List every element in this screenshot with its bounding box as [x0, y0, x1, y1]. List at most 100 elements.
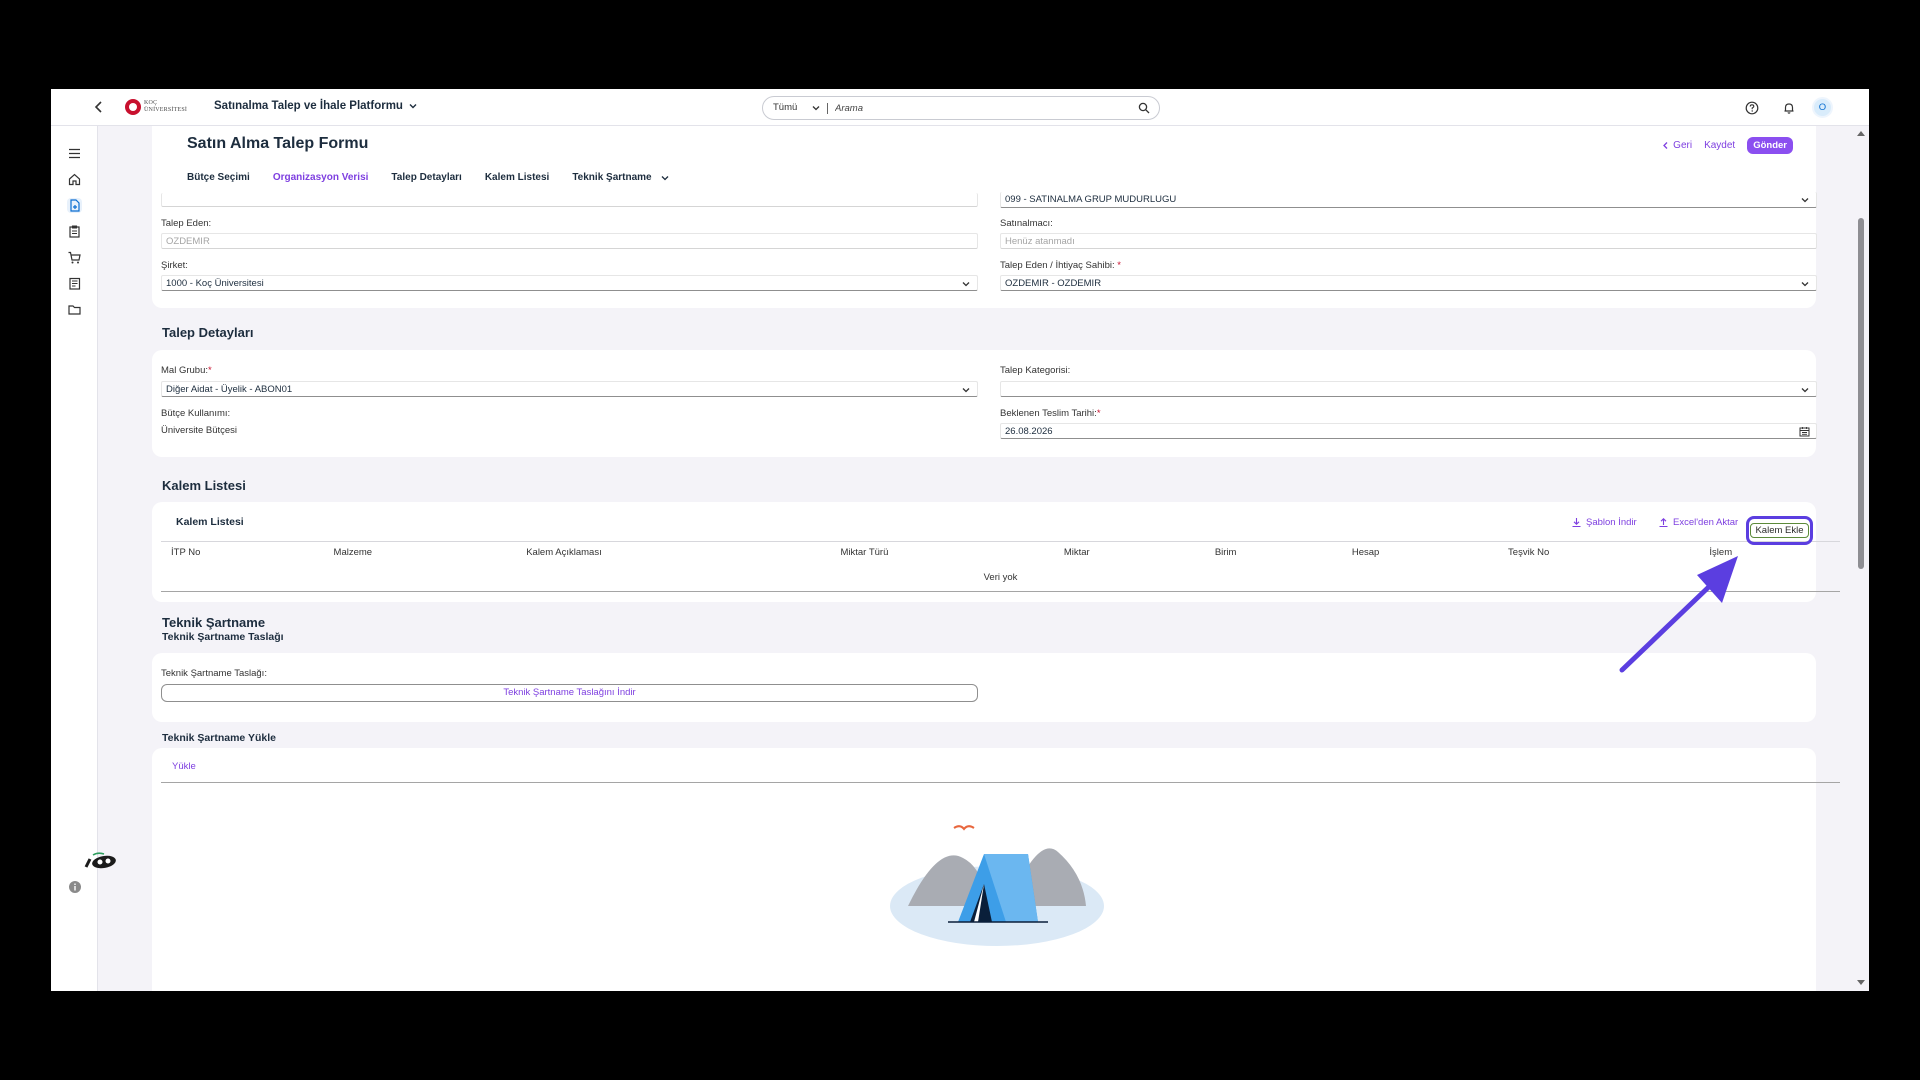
koc-logo[interactable]: KOÇ ÜNİVERSİTESİ: [125, 97, 197, 117]
item-table: İTP No Malzeme Kalem Açıklaması Miktar T…: [161, 541, 1840, 592]
column-header[interactable]: İTP No: [161, 541, 324, 563]
chevron-left-icon[interactable]: [91, 99, 107, 115]
field-value: OZDEMIR - OZDEMIR: [1005, 278, 1102, 289]
tab-organization-data[interactable]: Organizasyon Verisi: [272, 166, 369, 196]
back-button-label: Geri: [1673, 140, 1693, 151]
chevron-down-icon[interactable]: [810, 102, 822, 114]
tab-label: Teknik Şartname: [572, 172, 652, 183]
spec-draft-card: Teknik Şartname Taslağı: Teknik Şartname…: [152, 653, 1816, 722]
chevron-down-icon: [1801, 198, 1809, 203]
side-navigation: [51, 126, 116, 991]
chevron-down-icon: [962, 388, 970, 393]
info-icon[interactable]: [68, 880, 82, 894]
menu-icon[interactable]: [67, 146, 82, 161]
button-label: Excel'den Aktar: [1673, 517, 1739, 528]
tab-request-details[interactable]: Talep Detayları: [391, 166, 461, 196]
material-group-select[interactable]: Diğer Aidat - Üyelik - ABON01: [161, 381, 978, 397]
folder-icon[interactable]: [67, 302, 82, 317]
add-item-button[interactable]: Kalem Ekle: [1750, 523, 1809, 538]
page-header: Satın Alma Talep Formu Geri Kaydet Gönde…: [152, 126, 1816, 201]
owner-select[interactable]: OZDEMIR - OZDEMIR: [1000, 275, 1817, 291]
field-value: 26.08.2026: [1005, 426, 1053, 437]
scroll-down-arrow-icon[interactable]: [1857, 980, 1865, 985]
template-download-button[interactable]: Şablon İndir: [1571, 517, 1637, 528]
tab-label: Talep Detayları: [391, 172, 462, 183]
request-details-title: Talep Detayları: [162, 325, 254, 340]
request-category-select[interactable]: [1000, 381, 1817, 397]
buyer-label: Satınalmacı:: [1000, 218, 1053, 229]
bell-icon[interactable]: [1782, 101, 1796, 115]
company-label: Şirket:: [161, 260, 188, 271]
help-icon[interactable]: [1745, 101, 1759, 115]
budget-usage-label: Bütçe Kullanımı:: [161, 408, 231, 419]
clipboard-icon[interactable]: [67, 224, 82, 239]
send-button[interactable]: Gönder: [1747, 137, 1793, 154]
delivery-date-label: Beklenen Teslim Tarihi:*: [1000, 408, 1101, 419]
table-header-row: İTP No Malzeme Kalem Açıklaması Miktar T…: [161, 541, 1840, 563]
download-spec-draft-button[interactable]: Teknik Şartname Taslağını İndir: [161, 684, 978, 702]
company-select[interactable]: 1000 - Koç Üniversitesi: [161, 275, 978, 291]
upload-tab[interactable]: Yükle: [172, 761, 196, 772]
column-header[interactable]: Miktar: [1053, 541, 1205, 563]
material-group-label: Mal Grubu:*: [161, 365, 212, 376]
search-scope-select[interactable]: Tümü: [773, 102, 797, 113]
report-icon[interactable]: [67, 276, 82, 291]
empty-state-tent-illustration: [890, 825, 1104, 946]
chevron-down-icon: [409, 104, 417, 109]
vertical-scrollbar[interactable]: [1852, 126, 1869, 991]
column-header[interactable]: Teşvik No: [1498, 541, 1700, 563]
home-icon[interactable]: [67, 172, 82, 187]
search-input[interactable]: [835, 101, 1115, 115]
request-category-label: Talep Kategorisi:: [1000, 365, 1071, 376]
chevron-down-icon: [661, 176, 669, 181]
search-bar: Tümü: [762, 96, 1160, 120]
cart-icon[interactable]: [67, 250, 82, 265]
item-table-title: Kalem Listesi: [176, 516, 244, 528]
tab-budget-selection[interactable]: Bütçe Seçimi: [187, 166, 250, 196]
document-add-icon[interactable]: [67, 198, 82, 213]
chevron-left-icon: [1663, 142, 1668, 149]
item-list-card: Kalem Listesi Şablon İndir Excel'den Akt…: [152, 502, 1840, 602]
field-value: 1000 - Koç Üniversitesi: [166, 278, 264, 289]
no-data-text: Veri yok: [161, 563, 1840, 592]
chevron-down-icon: [1801, 388, 1809, 393]
upload-icon: [1659, 518, 1668, 528]
tab-label: Organizasyon Verisi: [272, 172, 369, 183]
product-switcher[interactable]: Satınalma Talep ve İhale Platformu: [214, 100, 418, 112]
column-header[interactable]: Birim: [1204, 541, 1342, 563]
delivery-date-picker[interactable]: 26.08.2026: [1000, 423, 1817, 439]
column-header[interactable]: Kalem Açıklaması: [516, 541, 831, 563]
requester-field: OZDEMIR: [161, 233, 978, 249]
org-field-top-left[interactable]: [161, 193, 978, 207]
search-icon[interactable]: [1138, 102, 1150, 114]
excel-import-button[interactable]: Excel'den Aktar: [1658, 517, 1738, 528]
purchasing-group-select[interactable]: 099 - SATINALMA GRUP MUDURLUGU: [1000, 192, 1817, 208]
form-scroll-area: 099 - SATINALMA GRUP MUDURLUGU Talep Ede…: [152, 192, 1869, 991]
upload-divider: [161, 782, 1840, 783]
product-title: Satınalma Talep ve İhale Platformu: [214, 100, 403, 112]
calendar-icon[interactable]: [1799, 426, 1810, 437]
back-button[interactable]: Geri: [1661, 140, 1692, 151]
owner-label: Talep Eden / İhtiyaç Sahibi: *: [1000, 260, 1121, 271]
avatar[interactable]: O: [1812, 97, 1833, 118]
tab-technical-spec[interactable]: Teknik Şartname: [572, 166, 669, 196]
save-button[interactable]: Kaydet: [1704, 140, 1735, 151]
download-icon: [1572, 518, 1581, 528]
technical-spec-title: Teknik Şartname: [162, 615, 266, 630]
column-header[interactable]: Miktar Türü: [830, 541, 1054, 563]
field-value: 099 - SATINALMA GRUP MUDURLUGU: [1005, 194, 1177, 205]
column-header[interactable]: Malzeme: [323, 541, 517, 563]
chevron-down-icon: [962, 282, 970, 287]
scroll-up-arrow-icon[interactable]: [1857, 131, 1865, 136]
spec-upload-subtitle: Teknik Şartname Yükle: [162, 732, 276, 744]
column-header[interactable]: Hesap: [1341, 541, 1499, 563]
tab-label: Kalem Listesi: [484, 172, 550, 183]
spec-draft-subtitle: Teknik Şartname Taslağı: [162, 631, 284, 643]
spec-upload-card: Yükle: [152, 748, 1840, 991]
empty-row: Veri yok: [161, 563, 1840, 592]
app-window: KOÇ ÜNİVERSİTESİ Satınalma Talep ve İhale…: [51, 89, 1869, 991]
tab-item-list[interactable]: Kalem Listesi: [485, 166, 549, 196]
tab-label: Bütçe Seçimi: [187, 172, 250, 183]
shell-bar: KOÇ ÜNİVERSİTESİ Satınalma Talep ve İhale…: [51, 89, 1869, 126]
scroll-thumb[interactable]: [1858, 218, 1864, 569]
